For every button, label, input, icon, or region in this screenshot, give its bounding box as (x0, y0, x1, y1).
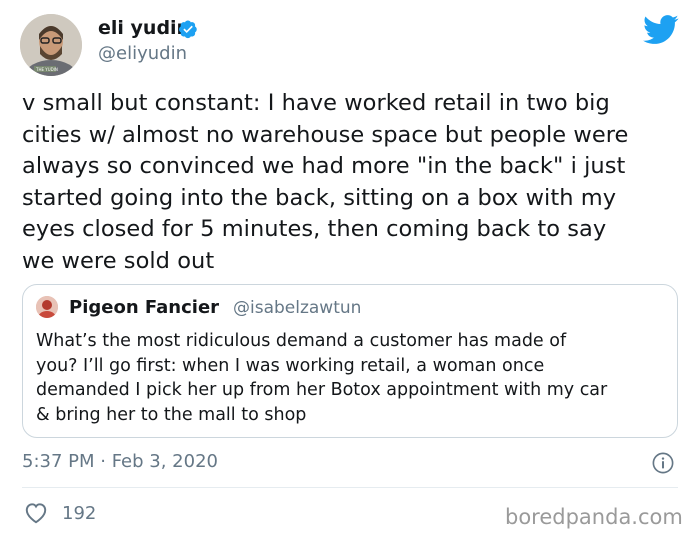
tweet-timestamp[interactable]: 5:37 PM · Feb 3, 2020 (22, 451, 218, 472)
quoted-author-name[interactable]: Pigeon Fancier (69, 297, 219, 318)
quoted-author-handle[interactable]: @isabelzawtun (233, 298, 361, 318)
twitter-bird-icon[interactable] (643, 15, 679, 45)
author-name[interactable]: eli yudin (98, 17, 190, 39)
like-count[interactable]: 192 (62, 503, 96, 524)
heart-icon[interactable] (23, 500, 49, 526)
info-icon[interactable] (652, 452, 674, 474)
author-avatar[interactable]: THE YUDIN (20, 14, 82, 76)
quoted-avatar-image (36, 296, 58, 318)
author-handle[interactable]: @eliyudin (98, 43, 187, 64)
tweet-text: v small but constant: I have worked reta… (22, 90, 629, 274)
quoted-author-avatar[interactable] (36, 296, 58, 318)
divider (22, 487, 678, 488)
avatar-badge-text: THE YUDIN (35, 67, 58, 72)
quoted-tweet[interactable]: Pigeon Fancier @isabelzawtun What’s the … (22, 284, 678, 438)
watermark: boredpanda.com (505, 505, 683, 529)
tweet-card: THE YUDIN eli yudin @eliyudin v small bu… (0, 0, 700, 541)
quoted-tweet-text: What’s the most ridiculous demand a cust… (36, 331, 608, 425)
verified-badge-icon (179, 20, 197, 39)
author-avatar-image: THE YUDIN (20, 14, 82, 76)
